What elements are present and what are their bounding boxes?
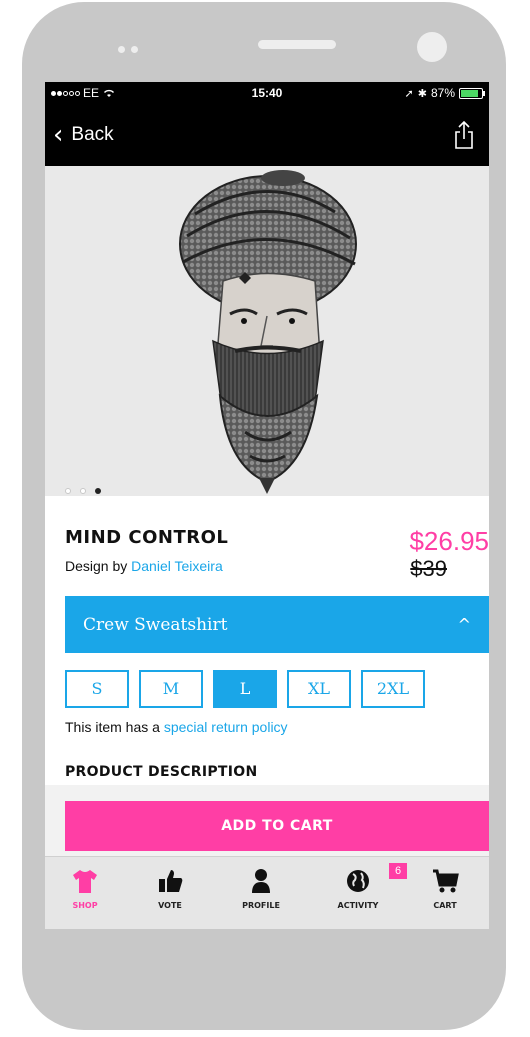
size-option-s[interactable]: S bbox=[65, 670, 129, 708]
location-arrow-icon: ➚ bbox=[404, 87, 414, 100]
bluetooth-icon: ✱ bbox=[417, 86, 427, 100]
earpiece-speaker bbox=[258, 40, 336, 49]
tab-label-vote: VOTE bbox=[158, 901, 182, 910]
size-option-m[interactable]: M bbox=[139, 670, 203, 708]
tshirt-icon bbox=[73, 870, 97, 893]
app-screen: EE 15:40 ➚ ✱ 87% ‹ Back MIND CONTROL Des… bbox=[45, 82, 489, 929]
return-policy-note: This item has a special return policy bbox=[65, 719, 288, 735]
back-button[interactable]: ‹ Back bbox=[53, 120, 114, 150]
chevron-up-icon: ^ bbox=[457, 615, 471, 634]
return-policy-link[interactable]: special return policy bbox=[164, 719, 288, 735]
page-dot-active bbox=[95, 488, 101, 494]
page-dot bbox=[65, 488, 71, 494]
original-price: $39 bbox=[410, 556, 447, 581]
style-select[interactable]: Crew Sweatshirt ^ bbox=[65, 596, 489, 653]
tab-label-activity: ACTIVITY bbox=[337, 901, 379, 910]
front-camera bbox=[417, 32, 447, 62]
battery-percent: 87% bbox=[430, 86, 455, 100]
size-option-l[interactable]: L bbox=[213, 670, 277, 708]
style-select-value: Crew Sweatshirt bbox=[83, 615, 228, 635]
chevron-left-icon: ‹ bbox=[53, 120, 64, 150]
byline-prefix: Design by bbox=[65, 558, 128, 574]
tab-profile[interactable]: PROFILE bbox=[221, 867, 301, 910]
tab-cart[interactable]: CART bbox=[405, 867, 485, 910]
product-description-heading: PRODUCT DESCRIPTION bbox=[65, 764, 258, 780]
size-option-xl[interactable]: XL bbox=[287, 670, 351, 708]
tab-label-profile: PROFILE bbox=[242, 901, 280, 910]
policy-prefix: This item has a bbox=[65, 719, 160, 735]
status-right: ➚ ✱ 87% bbox=[404, 86, 485, 100]
product-byline: Design by Daniel Teixeira bbox=[65, 558, 223, 574]
designer-link[interactable]: Daniel Teixeira bbox=[131, 558, 223, 574]
size-option-2xl[interactable]: 2XL bbox=[361, 670, 425, 708]
cart-icon bbox=[433, 869, 459, 893]
tab-label-shop: SHOP bbox=[72, 901, 98, 910]
person-icon bbox=[252, 869, 270, 893]
page-dot bbox=[80, 488, 86, 494]
bearded-man-snake-illustration bbox=[179, 170, 357, 494]
thumbs-up-icon bbox=[159, 870, 183, 892]
status-bar: EE 15:40 ➚ ✱ 87% bbox=[45, 82, 489, 104]
sensor-dots bbox=[118, 46, 138, 53]
globe-icon bbox=[347, 870, 369, 892]
tab-shop[interactable]: SHOP bbox=[45, 867, 125, 910]
add-to-cart-button[interactable]: ADD TO CART bbox=[65, 801, 489, 851]
product-price: $26.95 bbox=[409, 526, 489, 556]
back-label: Back bbox=[71, 124, 114, 145]
tab-label-cart: CART bbox=[433, 901, 457, 910]
navigation-bar: ‹ Back bbox=[45, 104, 489, 166]
image-page-indicator[interactable] bbox=[65, 488, 101, 494]
product-image[interactable] bbox=[45, 166, 489, 496]
share-icon[interactable] bbox=[453, 120, 475, 150]
tab-bar: SHOP VOTE PROFILE ACTIVITY CART 6 bbox=[45, 856, 489, 929]
activity-badge: 6 bbox=[389, 863, 407, 879]
product-title: MIND CONTROL bbox=[65, 527, 229, 548]
tab-vote[interactable]: VOTE bbox=[130, 867, 210, 910]
tab-activity[interactable]: ACTIVITY bbox=[318, 867, 398, 910]
battery-icon bbox=[459, 87, 485, 99]
